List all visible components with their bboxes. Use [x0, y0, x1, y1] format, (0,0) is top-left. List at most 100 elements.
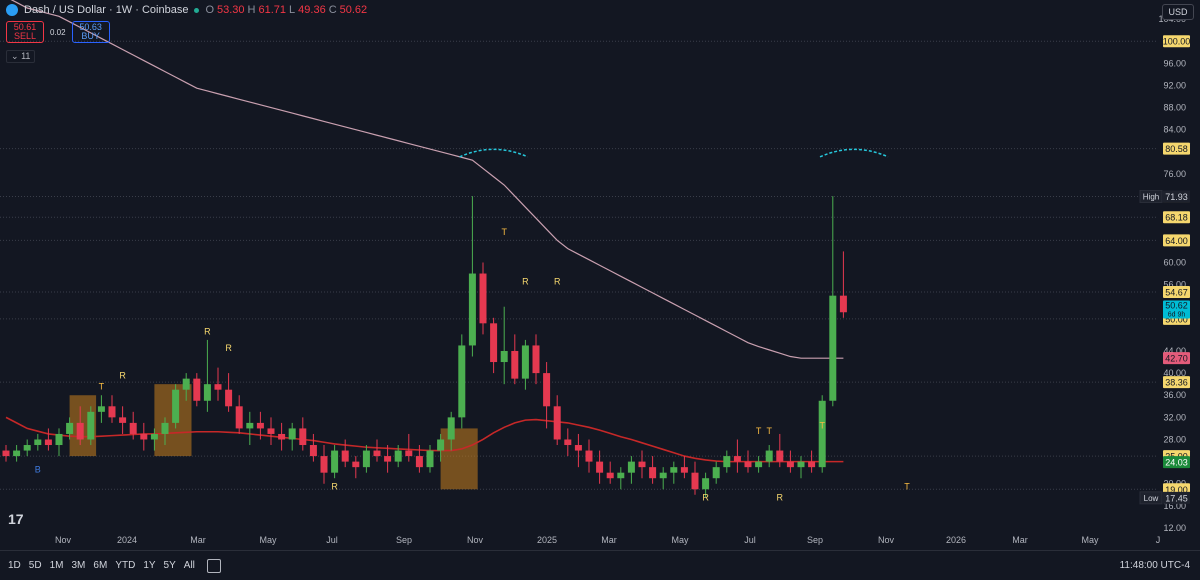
candle-body — [23, 445, 31, 451]
candle-body — [288, 428, 296, 440]
candle-body — [702, 478, 710, 490]
candle-body — [394, 450, 402, 462]
current-price: 50.62 — [1165, 300, 1188, 310]
candle-body — [55, 433, 63, 446]
signal-marker: R — [331, 481, 338, 491]
chart-header: Dash / US Dollar · 1W · Coinbase O 53.30 … — [6, 4, 367, 16]
low-value: 17.45 — [1165, 493, 1188, 503]
candle-body — [182, 378, 190, 390]
price-tick: 84.00 — [1163, 125, 1186, 135]
price-tag: 100.00 — [1163, 37, 1191, 47]
time-tick: Sep — [807, 535, 823, 545]
price-tick: 60.00 — [1163, 257, 1186, 267]
candle-body — [511, 350, 519, 379]
candle-body — [13, 450, 21, 457]
signal-marker: T — [501, 227, 507, 237]
candle-body — [44, 439, 52, 446]
spread-value: 0.02 — [50, 27, 66, 37]
timeframe-1d[interactable]: 1D — [8, 560, 21, 571]
dash-logo-icon — [6, 4, 18, 16]
time-tick: Mar — [601, 535, 617, 545]
candle-body — [415, 456, 423, 468]
long-ma-line — [10, 0, 844, 359]
sell-button[interactable]: 50.61 SELL — [6, 21, 44, 43]
high-label: High — [1143, 192, 1159, 201]
buy-label: BUY — [81, 31, 100, 41]
price-tick: 12.00 — [1163, 523, 1186, 533]
candle-body — [193, 378, 201, 401]
candle-body — [405, 450, 413, 457]
signal-marker: R — [204, 326, 211, 336]
candle-body — [490, 323, 498, 363]
candle-body — [225, 389, 233, 407]
candle-body — [150, 433, 158, 440]
signal-marker: T — [766, 426, 772, 436]
high-value: 71.93 — [1165, 192, 1188, 202]
time-tick: Nov — [55, 535, 72, 545]
candle-body — [659, 472, 667, 479]
candle-body — [755, 461, 763, 468]
currency-selector[interactable]: USD — [1162, 4, 1194, 20]
candle-body — [543, 373, 551, 407]
signal-marker: R — [554, 277, 561, 287]
countdown: 6d 9h — [1168, 311, 1186, 318]
price-tag: 64.00 — [1165, 236, 1188, 246]
signal-marker: R — [522, 277, 529, 287]
candle-body — [278, 433, 286, 440]
timeframe-ytd[interactable]: YTD — [115, 560, 135, 571]
ohlc-close-value: 50.62 — [339, 4, 368, 16]
candle-body — [723, 456, 731, 468]
candle-body — [309, 445, 317, 457]
candle-body — [808, 461, 816, 468]
time-tick: May — [671, 535, 689, 545]
ohlc-open-value: 53.30 — [217, 4, 245, 16]
candle-body — [596, 461, 604, 473]
timeframe-5y[interactable]: 5Y — [164, 560, 176, 571]
price-tag: 68.18 — [1165, 213, 1188, 223]
price-tick: 96.00 — [1163, 58, 1186, 68]
signal-marker: B — [35, 465, 41, 475]
signal-marker: R — [702, 492, 709, 502]
indicators-toggle[interactable]: ⌄ 11 — [6, 50, 36, 63]
candle-body — [468, 273, 476, 346]
tradingview-logo-icon[interactable]: 17 — [8, 511, 24, 527]
signal-marker: T — [904, 481, 910, 491]
candle-body — [532, 345, 540, 374]
candle-body — [97, 406, 105, 412]
chart-area[interactable]: BTRRRTRRTTRRTRT 104.0096.0092.0088.0084.… — [0, 0, 1200, 550]
buy-button[interactable]: 50.63 BUY — [71, 21, 110, 43]
time-tick: 2025 — [537, 535, 557, 545]
candle-body — [797, 461, 805, 468]
timeframe-5d[interactable]: 5D — [29, 560, 42, 571]
candle-body — [585, 450, 593, 462]
time-tick: Jul — [326, 535, 338, 545]
price-tag: 24.03 — [1165, 458, 1188, 468]
price-tick: 28.00 — [1163, 434, 1186, 444]
candle-body — [66, 422, 74, 434]
peak-arc — [459, 148, 528, 158]
price-tick: 32.00 — [1163, 412, 1186, 422]
timeframe-1y[interactable]: 1Y — [143, 560, 155, 571]
calendar-icon[interactable] — [206, 558, 221, 573]
candle-body — [521, 345, 529, 379]
symbol-title[interactable]: Dash / US Dollar · 1W · Coinbase — [24, 4, 188, 16]
candle-body — [203, 384, 211, 401]
ohlc-open-label: O — [205, 4, 215, 16]
price-tag: 80.58 — [1165, 144, 1188, 154]
price-axis: 104.0096.0092.0088.0084.0076.0060.0056.0… — [1139, 14, 1191, 533]
timeframe-all[interactable]: All — [184, 560, 195, 571]
timeframe-3m[interactable]: 3M — [72, 560, 86, 571]
time-tick: Mar — [190, 535, 206, 545]
timeframe-1m[interactable]: 1M — [50, 560, 64, 571]
candle-body — [627, 461, 635, 473]
candle-body — [670, 467, 678, 473]
timeframe-6m[interactable]: 6M — [93, 560, 107, 571]
clock-readout[interactable]: 11:48:00 UTC-4 — [1120, 560, 1190, 571]
price-chart[interactable]: BTRRRTRRTTRRTRT 104.0096.0092.0088.0084.… — [0, 0, 1200, 550]
time-tick: Nov — [878, 535, 895, 545]
time-tick: May — [1081, 535, 1099, 545]
candle-body — [76, 422, 84, 440]
candle-body — [214, 384, 222, 390]
candle-body — [119, 417, 127, 423]
candle-body — [320, 456, 328, 473]
